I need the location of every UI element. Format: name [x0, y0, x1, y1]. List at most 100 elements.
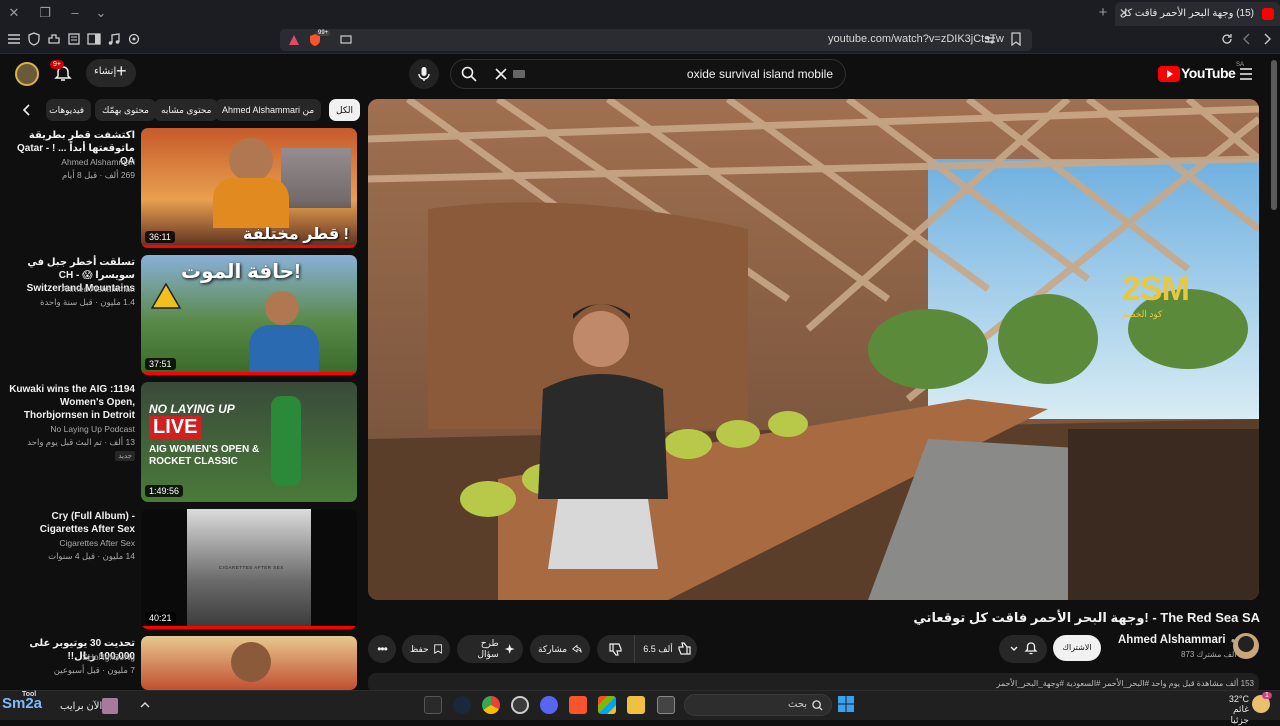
- chip-for-you[interactable]: محتوى بهمّك: [95, 99, 156, 121]
- channel-watermark: 2SM: [1122, 270, 1190, 308]
- obs-app-icon[interactable]: [511, 696, 529, 714]
- temperature: 32°C: [1228, 694, 1249, 704]
- youtube-play-logo-icon: [1158, 66, 1180, 82]
- task-view-icon[interactable]: [657, 696, 675, 714]
- tab-close-icon[interactable]: ✕: [1119, 6, 1129, 20]
- duration-badge: 37:51: [145, 358, 176, 370]
- window-close-icon[interactable]: ✕: [6, 5, 22, 21]
- video-title[interactable]: 1194: Kuwaki wins the AIG Women's Open, …: [5, 383, 135, 422]
- share-button[interactable]: مشاركة: [530, 635, 590, 663]
- steam-app-icon[interactable]: [453, 696, 471, 714]
- thumbnail-caption: قطر مختلفة !: [243, 226, 349, 243]
- music-icon[interactable]: [107, 32, 121, 46]
- chrome-app-icon[interactable]: [482, 696, 500, 714]
- guide-menu-icon[interactable]: [1239, 67, 1253, 81]
- weather-widget[interactable]: 32°C غائم جزئيا: [1215, 694, 1249, 726]
- save-button[interactable]: حفظ: [402, 635, 450, 663]
- notification-count-badge: 9+: [50, 60, 64, 69]
- discord-app-icon[interactable]: [540, 696, 558, 714]
- youtube-favicon-icon: [1262, 8, 1274, 20]
- taskbar-search-placeholder: بحث: [788, 699, 808, 710]
- windows-start-icon[interactable]: [837, 695, 855, 713]
- search-box[interactable]: oxide survival island mobile: [450, 59, 846, 89]
- video-thumbnail[interactable]: CIGARETTES AFTER SEX 40:21: [141, 509, 357, 629]
- sidebar-icon[interactable]: [87, 32, 101, 46]
- notifications-button[interactable]: [999, 635, 1047, 663]
- channel-name[interactable]: SHoNgxBoNg: [5, 652, 135, 662]
- chip-videos[interactable]: فيديوهات ...: [46, 99, 91, 121]
- menu-icon[interactable]: [7, 32, 21, 46]
- more-actions-button[interactable]: •••: [368, 635, 396, 663]
- description-text: 153 ألف مشاهدة قبل يوم واحد #البحر_الأحم…: [996, 679, 1254, 688]
- tab-search-chevron-icon[interactable]: ⌄: [93, 5, 109, 21]
- album-cover-text: CIGARETTES AFTER SEX: [219, 565, 284, 570]
- warning-sign-icon: [151, 283, 181, 309]
- voice-search-button[interactable]: [409, 59, 439, 89]
- sm2a-watermark: Sm2a Tool: [2, 691, 42, 712]
- like-button[interactable]: 6.5 ألف: [637, 635, 697, 663]
- chip-related[interactable]: محتوى مشابه: [154, 99, 219, 121]
- reader-icon[interactable]: [67, 32, 81, 46]
- channel-name[interactable]: Cigarettes After Sex: [5, 538, 135, 548]
- chip-from-channel[interactable]: من Ahmed Alshammari: [215, 99, 322, 121]
- back-arrow-icon[interactable]: [1240, 32, 1254, 46]
- alert-triangle-icon[interactable]: [288, 34, 300, 46]
- window-restore-icon[interactable]: ❐: [37, 5, 53, 21]
- duration-badge: 36:11: [145, 231, 175, 243]
- puzzle-icon[interactable]: [47, 32, 61, 46]
- video-thumbnail[interactable]: حافة الموت! 37:51: [141, 255, 357, 375]
- channel-name[interactable]: No Laying Up Podcast: [5, 424, 135, 434]
- duration-badge: 1:49:56: [145, 485, 184, 497]
- person-image: [231, 642, 271, 682]
- taskbar-user-label: الآن برايب: [60, 701, 103, 712]
- video-thumbnail[interactable]: NO LAYING UP LIVE AIG WOMEN'S OPEN & ROC…: [141, 382, 357, 502]
- verified-icon: ●: [1230, 636, 1236, 645]
- subscribe-button[interactable]: الاشتراك: [1053, 635, 1101, 661]
- new-tab-icon[interactable]: +: [1095, 5, 1111, 21]
- cast-icon[interactable]: [340, 34, 352, 46]
- clear-search-icon[interactable]: [495, 68, 507, 80]
- window-minimize-icon[interactable]: –: [67, 5, 83, 21]
- video-frame-image: [368, 99, 1259, 600]
- keyboard-icon[interactable]: [513, 70, 525, 78]
- video-player[interactable]: [368, 99, 1259, 600]
- search-icon[interactable]: [461, 66, 477, 82]
- video-thumbnail[interactable]: [141, 636, 357, 690]
- dislike-button[interactable]: [597, 635, 635, 663]
- video-meta: 14 مليون · قبل 4 سنوات: [48, 551, 135, 561]
- youtube-header: 9+ إنشاء + oxide survival island mobile …: [0, 54, 1280, 94]
- shield-icon[interactable]: [27, 32, 41, 46]
- ask-button[interactable]: طرح سؤال: [457, 635, 523, 663]
- file-explorer-icon[interactable]: [627, 696, 645, 714]
- video-title[interactable]: Cry (Full Album) - Cigarettes After Sex: [5, 510, 135, 536]
- create-label: إنشاء: [94, 66, 117, 77]
- bookmark-icon[interactable]: [1009, 32, 1023, 46]
- avatar[interactable]: [15, 62, 39, 86]
- create-button[interactable]: إنشاء +: [86, 59, 136, 87]
- page-scrollbar[interactable]: [1271, 60, 1277, 210]
- user-avatar-icon[interactable]: [102, 698, 118, 714]
- video-meta: 7 مليون · قبل أسبوعين: [53, 665, 135, 675]
- tab-title: (15) وجهة البحر الأحمر فاقت كل: [1119, 8, 1254, 19]
- search-input[interactable]: oxide survival island mobile: [687, 67, 833, 81]
- forward-arrow-icon[interactable]: [1260, 32, 1274, 46]
- brave-app-icon[interactable]: [569, 696, 587, 714]
- duration-badge: 40:21: [145, 612, 176, 624]
- chevron-left-icon[interactable]: [20, 103, 34, 117]
- video-thumbnail[interactable]: قطر مختلفة ! 36:11: [141, 128, 357, 248]
- url-text[interactable]: youtube.com/watch?v=zDIK3jCtsTw: [828, 33, 1004, 45]
- channel-name-main[interactable]: Ahmed Alshammari ●: [1118, 634, 1236, 646]
- thumbs-up-icon: [678, 642, 691, 655]
- chip-all[interactable]: الكل: [329, 99, 361, 121]
- taskbar-search[interactable]: [684, 694, 832, 716]
- tray-chevron-up-icon[interactable]: [139, 700, 151, 710]
- channel-name[interactable]: Ahmed Alshammari: [5, 157, 135, 167]
- reload-icon[interactable]: [1220, 32, 1234, 46]
- store-app-icon[interactable]: [598, 696, 616, 714]
- channel-name[interactable]: Ahmed Alshammari: [5, 284, 135, 294]
- settings-icon[interactable]: [127, 32, 141, 46]
- terminal-app-icon[interactable]: [424, 696, 442, 714]
- subscriber-count: 873 ألف مشترك: [1181, 650, 1237, 659]
- video-meta: 13 ألف · تم البث قبل يوم واحد: [27, 437, 135, 447]
- active-tab[interactable]: (15) وجهة البحر الأحمر فاقت كل ✕: [1115, 2, 1280, 26]
